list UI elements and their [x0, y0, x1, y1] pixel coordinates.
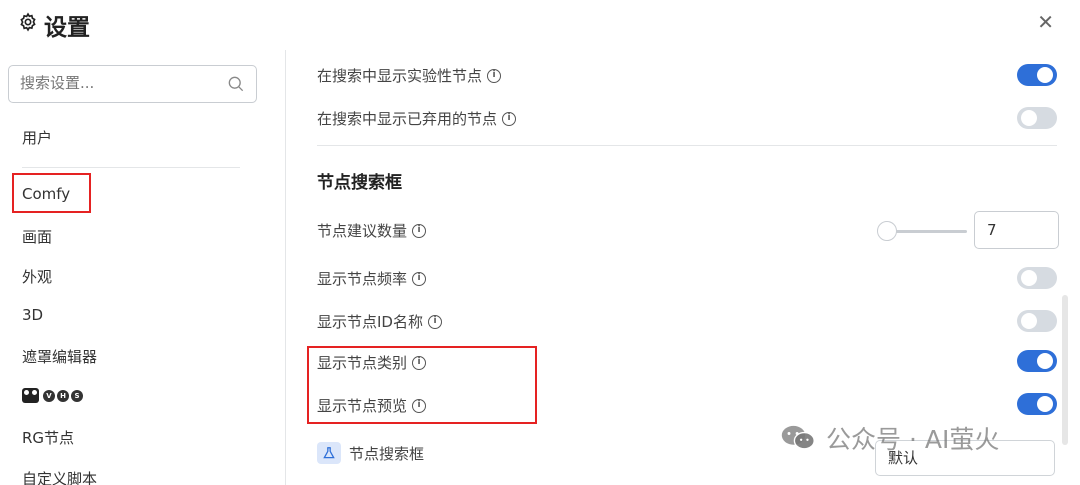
- setting-row-frequency: 显示节点频率 i: [317, 268, 427, 289]
- setting-label: 显示节点预览: [317, 397, 408, 415]
- setting-row-experimental: 在搜索中显示实验性节点 i: [317, 65, 502, 86]
- setting-row-category: 显示节点类别 i: [317, 352, 427, 373]
- search-box: [8, 65, 257, 103]
- toggle-knob: [1037, 396, 1053, 412]
- wechat-icon: [781, 425, 815, 450]
- sidebar-item-3d[interactable]: 3D: [22, 306, 43, 324]
- sidebar-item-mask-editor[interactable]: 遮罩编辑器: [22, 346, 97, 367]
- sidebar-divider: [22, 167, 240, 168]
- toggle-knob: [1037, 353, 1053, 369]
- section-divider: [317, 145, 1057, 146]
- setting-label: 在搜索中显示已弃用的节点: [317, 110, 498, 128]
- info-icon[interactable]: i: [412, 271, 427, 286]
- setting-row-preview: 显示节点预览 i: [317, 395, 427, 416]
- panel-divider: [285, 50, 286, 485]
- flask-icon: [317, 442, 341, 464]
- info-icon[interactable]: i: [412, 355, 427, 370]
- setting-row-suggestion-count: 节点建议数量 i: [317, 220, 427, 241]
- toggle-knob: [1037, 67, 1053, 83]
- toggle-id-name[interactable]: [1017, 310, 1057, 332]
- setting-label: 节点建议数量: [317, 222, 408, 240]
- search-input[interactable]: [20, 66, 220, 100]
- setting-label: 显示节点ID名称: [317, 313, 423, 331]
- vhs-letter-v: V: [43, 389, 55, 402]
- toggle-knob: [1021, 110, 1037, 126]
- scrollbar[interactable]: [1062, 295, 1068, 445]
- tag-label: 节点搜索框: [349, 444, 425, 463]
- watermark-text: 公众号 · AI萤火: [826, 425, 1000, 454]
- vhs-letter-h: H: [57, 389, 69, 402]
- setting-row-id-name: 显示节点ID名称 i: [317, 311, 442, 332]
- toggle-experimental[interactable]: [1017, 64, 1057, 86]
- info-icon[interactable]: i: [412, 223, 427, 238]
- sidebar-item-rg-nodes[interactable]: RG节点: [22, 427, 74, 448]
- search-icon[interactable]: [226, 74, 246, 94]
- info-icon[interactable]: i: [412, 398, 427, 413]
- toggle-deprecated[interactable]: [1017, 107, 1057, 129]
- setting-label: 显示节点频率: [317, 270, 408, 288]
- info-icon[interactable]: i: [427, 314, 442, 329]
- toggle-knob: [1021, 313, 1037, 329]
- section-title: 节点搜索框: [317, 173, 402, 193]
- dialog-header: 设置 ✕: [0, 0, 1080, 50]
- sidebar-item-canvas[interactable]: 画面: [22, 226, 52, 247]
- toggle-frequency[interactable]: [1017, 267, 1057, 289]
- watermark: 公众号 · AI萤火: [780, 420, 999, 456]
- settings-sidebar: 用户 Comfy 画面 外观 3D 遮罩编辑器 V H S RG节点 自定义脚本: [0, 50, 265, 485]
- toggle-category[interactable]: [1017, 350, 1057, 372]
- search-box-tag: 节点搜索框: [317, 442, 424, 464]
- sidebar-item-user[interactable]: 用户: [22, 127, 52, 148]
- sidebar-item-vhs[interactable]: V H S: [22, 388, 83, 403]
- info-icon[interactable]: i: [487, 68, 502, 83]
- film-camera-icon: [22, 388, 39, 403]
- setting-label: 显示节点类别: [317, 354, 408, 372]
- vhs-letter-s: S: [71, 389, 83, 402]
- toggle-knob: [1021, 270, 1037, 286]
- toggle-preview[interactable]: [1017, 393, 1057, 415]
- close-icon[interactable]: ✕: [1037, 10, 1054, 34]
- setting-row-deprecated: 在搜索中显示已弃用的节点 i: [317, 108, 517, 129]
- page-title: 设置: [44, 15, 90, 41]
- gear-icon: [20, 12, 36, 32]
- sidebar-item-appearance[interactable]: 外观: [22, 266, 52, 287]
- sidebar-item-custom-scripts[interactable]: 自定义脚本: [22, 468, 97, 485]
- setting-label: 在搜索中显示实验性节点: [317, 67, 483, 85]
- info-icon[interactable]: i: [502, 111, 517, 126]
- sidebar-item-comfy[interactable]: Comfy: [22, 185, 70, 203]
- suggestion-count-input[interactable]: 7: [974, 211, 1059, 249]
- suggestion-slider-thumb[interactable]: [877, 221, 897, 241]
